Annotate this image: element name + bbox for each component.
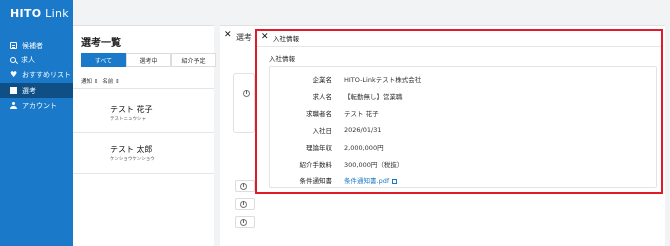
row-label: 紹介手数料 (299, 160, 333, 169)
candidate-kana: テストニュウシャ (110, 117, 146, 122)
action-button[interactable]: i (235, 198, 255, 210)
row-value: 【転勤無し】営業職 (344, 92, 403, 101)
row-label: 理論年収 (306, 143, 332, 152)
row-value: 300,000円（税抜） (344, 160, 404, 169)
row-value: HITO-Linkテスト株式会社 (344, 75, 422, 84)
joining-info-modal: ✕ 入社情報 入社情報 企業名 HITO-Linkテスト株式会社 求人名 【転勤… (255, 29, 663, 194)
section-heading: 入社情報 (269, 55, 295, 63)
tab-in-progress[interactable]: 選考中 (126, 53, 171, 67)
sidebar-item-label: 候補者 (22, 41, 43, 50)
sidebar-item-recommend[interactable]: ♥ おすすめリスト (0, 67, 73, 82)
close-icon[interactable]: ✕ (224, 31, 232, 40)
info-row-join-date: 入社日 2026/01/31 (270, 122, 658, 137)
row-label: 条件通知書 (299, 176, 333, 185)
close-icon[interactable]: ✕ (261, 33, 269, 42)
app-logo[interactable]: HITO Link (10, 7, 69, 20)
divider (73, 88, 214, 89)
row-value: テスト 花子 (344, 109, 379, 118)
modal-title: 入社情報 (273, 35, 299, 43)
sidebar-item-label: おすすめリスト (22, 70, 71, 79)
column-notify[interactable]: 通知 ⇕ (81, 77, 98, 85)
heart-icon: ♥ (10, 70, 18, 79)
sidebar: HITO Link 候補者 求人 ♥ おすすめリスト 選考 アカウント (0, 0, 73, 246)
sidebar-item-candidates[interactable]: 候補者 (0, 38, 73, 53)
sidebar-item-label: 選考 (22, 86, 36, 95)
list-item[interactable]: テスト 太郎 ケンショウケンショウ (110, 144, 155, 162)
row-value: 2,000,000円 (344, 143, 384, 152)
candidate-name: テスト 太郎 (110, 145, 153, 154)
candidate-name: テスト 花子 (110, 105, 153, 114)
info-icon: i (240, 201, 247, 208)
divider (73, 173, 214, 174)
sidebar-item-selection[interactable]: 選考 (0, 83, 73, 98)
external-link-icon (392, 178, 398, 184)
page-title: 選考一覧 (81, 38, 121, 49)
action-button[interactable]: i (235, 180, 255, 192)
divider (257, 46, 661, 47)
sidebar-item-label: アカウント (22, 101, 57, 110)
info-row-annual-income: 理論年収 2,000,000円 (270, 139, 658, 154)
joining-info-table: 企業名 HITO-Linkテスト株式会社 求人名 【転勤無し】営業職 求職者名 … (269, 66, 657, 188)
info-icon: i (240, 219, 247, 226)
row-label: 求職者名 (306, 109, 332, 118)
action-button[interactable]: i (235, 216, 255, 228)
document-icon (10, 87, 17, 94)
search-icon (10, 56, 16, 63)
column-headers: 通知 ⇕ 名前 ⇕ (81, 77, 120, 85)
row-label: 企業名 (312, 75, 333, 84)
detail-card: i (233, 73, 255, 133)
info-icon: i (240, 183, 247, 190)
row-label: 求人名 (312, 92, 333, 101)
info-row-notice: 条件通知書 条件通知書.pdf (270, 172, 658, 187)
list-icon (10, 42, 17, 49)
filter-tabs: すべて 選考中 紹介予定 (81, 53, 216, 67)
list-item[interactable]: テスト 花子 テストニュウシャ (110, 104, 153, 122)
row-label: 入社日 (312, 126, 333, 135)
column-name[interactable]: 名前 ⇕ (102, 77, 119, 85)
detail-title: 選考 (236, 33, 252, 42)
tab-referral[interactable]: 紹介予定 (171, 53, 216, 67)
info-row-referral-fee: 紹介手数料 300,000円（税抜） (270, 156, 658, 171)
sidebar-item-jobs[interactable]: 求人 (0, 52, 73, 67)
sidebar-item-account[interactable]: アカウント (0, 98, 73, 113)
divider (73, 132, 214, 133)
info-icon: i (243, 90, 250, 97)
info-row-job: 求人名 【転勤無し】営業職 (270, 88, 658, 103)
info-row-company: 企業名 HITO-Linkテスト株式会社 (270, 71, 658, 86)
person-icon (10, 102, 17, 109)
info-row-candidate: 求職者名 テスト 花子 (270, 105, 658, 120)
tab-all[interactable]: すべて (81, 53, 126, 67)
sidebar-item-label: 求人 (21, 55, 35, 64)
row-value: 2026/01/31 (344, 125, 382, 134)
candidate-kana: ケンショウケンショウ (110, 157, 155, 162)
notice-pdf-link[interactable]: 条件通知書.pdf (332, 175, 398, 185)
selection-list-panel: 選考一覧 すべて 選考中 紹介予定 通知 ⇕ 名前 ⇕ テスト 花子 テストニュ… (73, 25, 216, 246)
